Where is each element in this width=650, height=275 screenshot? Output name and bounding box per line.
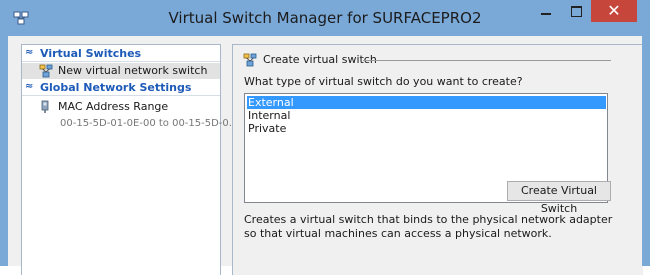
- group-title: Create virtual switch: [263, 53, 377, 66]
- minimize-button[interactable]: [533, 0, 559, 22]
- virtual-switch-manager-window: Virtual Switch Manager for SURFACEPRO2 ✕…: [0, 0, 650, 275]
- nav-item-label: MAC Address Range: [58, 100, 169, 113]
- mac-range-value: 00-15-5D-01-0E-00 to 00-15-5D-0...: [60, 118, 239, 129]
- maximize-icon: [571, 6, 582, 17]
- section-virtual-switches[interactable]: ≈ Virtual Switches: [22, 47, 220, 62]
- close-button[interactable]: ✕: [591, 0, 637, 22]
- section-label: Virtual Switches: [40, 47, 142, 60]
- collapse-chevron-icon[interactable]: ≈: [25, 81, 33, 92]
- client-area: ≈ Virtual Switches New virtual network s…: [8, 36, 650, 275]
- nav-item-label: New virtual network switch: [58, 64, 208, 77]
- details-pane: Create virtual switch What type of virtu…: [232, 44, 643, 275]
- section-global-network-settings[interactable]: ≈ Global Network Settings: [22, 81, 220, 96]
- title-bar[interactable]: Virtual Switch Manager for SURFACEPRO2 ✕: [0, 0, 650, 36]
- nav-item-mac-address-range[interactable]: MAC Address Range: [22, 99, 220, 115]
- collapse-chevron-icon[interactable]: ≈: [25, 47, 33, 58]
- switch-type-question: What type of virtual switch do you want …: [244, 75, 523, 88]
- switch-type-description: Creates a virtual switch that binds to t…: [244, 213, 613, 240]
- group-divider: [363, 60, 611, 61]
- network-adapter-icon: [41, 100, 49, 113]
- navigation-pane: ≈ Virtual Switches New virtual network s…: [21, 44, 238, 275]
- maximize-button[interactable]: [563, 0, 589, 22]
- create-virtual-switch-button[interactable]: Create Virtual Switch: [507, 181, 611, 215]
- nav-item-new-virtual-network-switch[interactable]: New virtual network switch: [22, 63, 220, 79]
- new-switch-icon: [243, 53, 257, 67]
- section-label: Global Network Settings: [40, 81, 192, 94]
- window-border: [642, 36, 650, 266]
- option-internal[interactable]: Internal: [247, 109, 606, 122]
- close-icon: ✕: [607, 1, 621, 20]
- option-external[interactable]: External: [247, 96, 606, 109]
- option-private[interactable]: Private: [247, 122, 606, 135]
- new-switch-icon: [39, 64, 53, 78]
- minimize-icon: [541, 13, 551, 15]
